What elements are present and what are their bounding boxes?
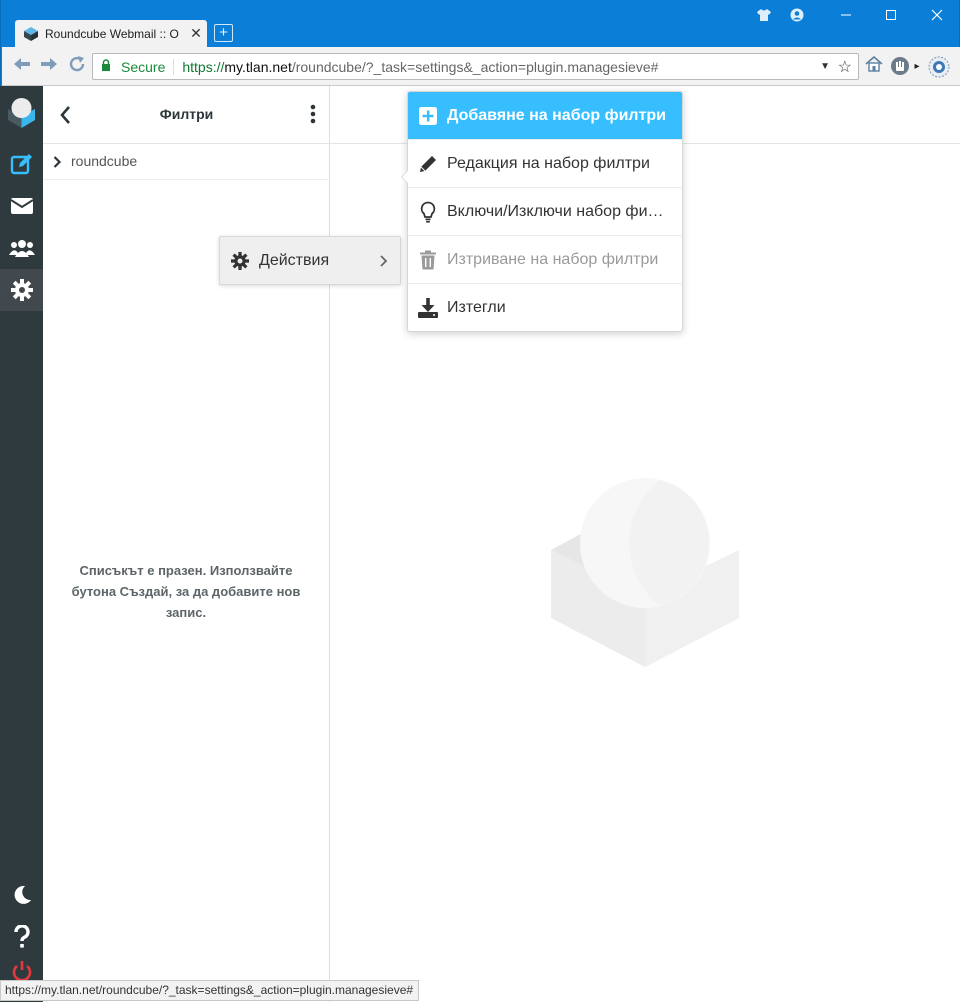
menu-item-download-filter-set[interactable]: Изтегли	[408, 284, 682, 332]
lightbulb-icon	[418, 201, 438, 223]
home-icon[interactable]	[863, 55, 885, 78]
maximize-icon[interactable]	[868, 4, 914, 26]
logout-power-icon[interactable]	[0, 960, 43, 980]
menu-item-label: Изтриване на набор филтри	[447, 250, 659, 268]
dark-mode-moon-icon[interactable]	[0, 874, 43, 916]
cog-icon	[231, 252, 249, 270]
address-bar[interactable]: Secure https://my.tlan.net/roundcube/?_t…	[92, 53, 859, 80]
reload-icon[interactable]	[66, 55, 88, 77]
url-host: my.tlan.net	[224, 58, 292, 75]
back-arrow-icon[interactable]	[11, 55, 33, 77]
browser-tab[interactable]: Roundcube Webmail :: О ✕	[15, 20, 207, 47]
close-window-icon[interactable]	[914, 4, 960, 26]
url-path: /roundcube/?_task=settings&_action=plugi…	[291, 58, 659, 75]
plus-square-icon	[418, 105, 438, 127]
settings-gear-icon[interactable]	[0, 269, 43, 311]
empty-list-message: Списъкът е празен. Използвайте бутона Съ…	[71, 563, 301, 620]
url-text[interactable]: https://my.tlan.net/roundcube/?_task=set…	[174, 59, 658, 75]
filter-set-row[interactable]: roundcube	[43, 144, 330, 180]
dropdown-arrow-icon[interactable]: ▼	[820, 61, 830, 72]
menu-item-label: Включи/Изключи набор филтри	[447, 202, 669, 220]
menu-item-edit-filter-set[interactable]: Редакция на набор филтри	[408, 140, 682, 188]
hand-stop-icon[interactable]	[889, 56, 911, 78]
secure-label: Secure	[121, 58, 175, 75]
pencil-icon	[418, 153, 438, 175]
roundcube-favicon-icon	[24, 26, 38, 41]
more-vertical-icon[interactable]	[306, 102, 320, 128]
compose-icon[interactable]	[0, 143, 43, 185]
expand-chevron-icon[interactable]	[52, 155, 62, 169]
menu-item-label: Изтегли	[447, 299, 506, 316]
contacts-users-icon[interactable]	[0, 227, 43, 269]
forward-arrow-icon[interactable]	[38, 55, 60, 77]
filter-set-name: roundcube	[71, 153, 138, 169]
menu-item-toggle-filter-set[interactable]: Включи/Изключи набор филтри	[408, 188, 682, 236]
filters-list-pane: Филтри roundcube Списъкът е празен. Изпо…	[43, 86, 330, 1002]
help-question-icon[interactable]	[0, 916, 43, 958]
browser-toolbar: Secure https://my.tlan.net/roundcube/?_t…	[2, 47, 960, 86]
trash-icon	[418, 249, 438, 271]
actions-submenu-trigger[interactable]: Действия	[219, 236, 401, 285]
roundcube-logo-icon[interactable]	[5, 94, 38, 130]
extension-globe-icon[interactable]	[928, 56, 950, 78]
chevron-right-icon	[380, 255, 388, 267]
menu-item-label: Добавяне на набор филтри	[447, 106, 667, 124]
filter-set-actions-menu: Добавяне на набор филтри Редакция на наб…	[401, 91, 683, 332]
bookmark-star-icon[interactable]: ☆	[838, 57, 852, 77]
roundcube-app: Филтри roundcube Списъкът е празен. Изпо…	[0, 86, 960, 1002]
browser-window-frame: Roundcube Webmail :: О ✕ + Secure https:	[0, 0, 960, 86]
mail-envelope-icon[interactable]	[0, 185, 43, 227]
main-navigation-rail	[0, 86, 43, 1002]
url-scheme: https://	[182, 58, 225, 75]
overflow-arrow-icon[interactable]: ▸	[911, 56, 923, 78]
list-title: Филтри	[159, 106, 214, 122]
download-icon	[418, 297, 438, 319]
profile-icon[interactable]	[777, 4, 817, 26]
menu-item-add-filter-set[interactable]: Добавяне на набор филтри	[408, 92, 682, 140]
menu-item-delete-filter-set[interactable]: Изтриване на набор филтри	[408, 236, 682, 284]
tab-title: Roundcube Webmail :: О	[45, 26, 179, 41]
new-tab-button[interactable]: +	[214, 24, 233, 42]
actions-label: Действия	[259, 252, 330, 269]
lock-icon	[101, 59, 115, 74]
list-header: Филтри	[43, 86, 330, 144]
menu-item-label: Редакция на набор филтри	[447, 154, 650, 172]
roundcube-watermark-icon	[551, 478, 739, 667]
browser-status-url: https://my.tlan.net/roundcube/?_task=set…	[0, 980, 419, 1001]
tab-close-icon[interactable]: ✕	[185, 25, 207, 42]
minimize-icon[interactable]	[823, 4, 869, 26]
